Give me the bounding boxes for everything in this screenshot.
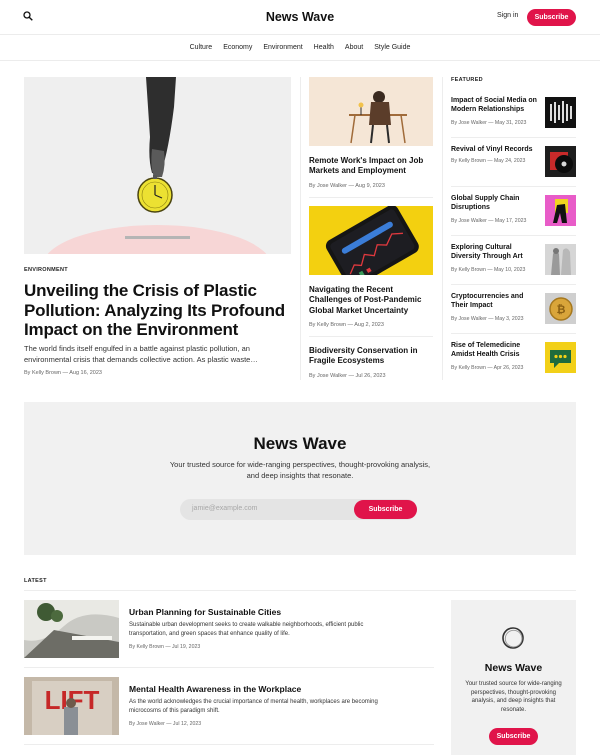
story-image[interactable] [309, 77, 433, 146]
latest-meta: By Kelly Brown — Jul 19, 2023 [129, 644, 201, 650]
story-title[interactable]: Navigating the Recent Challenges of Post… [309, 285, 433, 316]
story-meta: By Jose Walker — Aug 9, 2023 [309, 182, 385, 189]
hero-meta: By Kelly Brown — Aug 16, 2023 [24, 370, 102, 376]
story-title[interactable]: Biodiversity Conservation in Fragile Eco… [309, 346, 433, 367]
divider [451, 235, 576, 236]
latest-description: As the world acknowledges the crucial im… [129, 699, 378, 714]
column-divider [300, 77, 301, 380]
divider [24, 667, 434, 668]
featured-item[interactable]: Exploring Cultural Diversity Through Art… [451, 244, 576, 284]
newsletter-subtitle: Your trusted source for wide-ranging per… [169, 460, 431, 480]
logo-ring-icon [502, 627, 524, 649]
divider [309, 197, 433, 198]
featured-meta: By Jose Walker — May 3, 2023 [451, 316, 524, 322]
hero-image[interactable] [24, 77, 291, 254]
nav-item-style-guide[interactable]: Style Guide [374, 44, 410, 51]
sidebar-newsletter-card: News Wave Your trusted source for wide-r… [451, 600, 576, 755]
story-image[interactable] [309, 206, 433, 275]
nav-item-economy[interactable]: Economy [223, 44, 252, 51]
featured-heading: FEATURED [451, 77, 483, 83]
featured-title[interactable]: Revival of Vinyl Records [451, 146, 539, 155]
featured-item[interactable]: Revival of Vinyl Records By Kelly Brown … [451, 146, 576, 186]
featured-thumbnail[interactable] [545, 195, 576, 226]
featured-title[interactable]: Exploring Cultural Diversity Through Art [451, 244, 539, 262]
latest-meta: By Jose Walker — Jul 12, 2023 [129, 721, 202, 727]
nav-item-culture[interactable]: Culture [190, 44, 213, 51]
story-card[interactable]: Navigating the Recent Challenges of Post… [309, 206, 433, 328]
featured-meta: By Kelly Brown — May 10, 2023 [451, 267, 526, 273]
featured-title[interactable]: Cryptocurrencies and Their Impact [451, 293, 539, 311]
site-header: News Wave Sign in Subscribe [0, 0, 600, 35]
hero-title[interactable]: Unveiling the Crisis of Plastic Pollutio… [24, 281, 289, 340]
featured-item[interactable]: Rise of Telemedicine Amidst Health Crisi… [451, 342, 576, 382]
hero-category-tag[interactable]: ENVIRONMENT [24, 267, 68, 273]
latest-item[interactable]: LIFT Mental Health Awareness in the Work… [24, 677, 434, 735]
main-nav: Culture Economy Environment Health About… [0, 34, 600, 61]
nav-item-environment[interactable]: Environment [263, 44, 302, 51]
signin-link[interactable]: Sign in [497, 12, 518, 19]
divider [24, 744, 434, 745]
subscribe-button[interactable]: Subscribe [527, 9, 576, 26]
divider [451, 186, 576, 187]
newsletter-section: News Wave Your trusted source for wide-r… [24, 402, 576, 555]
featured-title[interactable]: Global Supply Chain Disruptions [451, 195, 539, 213]
latest-description: Sustainable urban development seeks to c… [129, 622, 364, 637]
featured-thumbnail[interactable] [545, 97, 576, 128]
divider [451, 333, 576, 334]
featured-meta: By Jose Walker — May 31, 2023 [451, 120, 527, 126]
sidebar-card-subtitle: Your trusted source for wide-ranging per… [465, 681, 562, 714]
newsletter-subscribe-button[interactable]: Subscribe [354, 500, 417, 519]
story-card[interactable]: Biodiversity Conservation in Fragile Eco… [309, 346, 433, 379]
featured-meta: By Jose Walker — May 17, 2023 [451, 218, 527, 224]
featured-meta: By Kelly Brown — May 24, 2023 [451, 158, 526, 164]
latest-image[interactable]: LIFT [24, 677, 119, 735]
story-meta: By Jose Walker — Jul 26, 2023 [309, 372, 386, 379]
divider [24, 590, 576, 591]
latest-image[interactable] [24, 600, 119, 658]
featured-item[interactable]: Impact of Social Media on Modern Relatio… [451, 97, 576, 137]
sidebar-subscribe-button[interactable]: Subscribe [489, 728, 538, 745]
svg-text:₿: ₿ [557, 303, 566, 316]
featured-title[interactable]: Rise of Telemedicine Amidst Health Crisi… [451, 342, 539, 360]
story-card[interactable]: Remote Work's Impact on Job Markets and … [309, 77, 433, 189]
nav-item-about[interactable]: About [345, 44, 363, 51]
story-title[interactable]: Remote Work's Impact on Job Markets and … [309, 156, 433, 177]
latest-title[interactable]: Mental Health Awareness in the Workplace [129, 684, 301, 694]
featured-title[interactable]: Impact of Social Media on Modern Relatio… [451, 97, 539, 115]
latest-title[interactable]: Urban Planning for Sustainable Cities [129, 607, 281, 617]
featured-item[interactable]: Global Supply Chain Disruptions By Jose … [451, 195, 576, 235]
featured-thumbnail[interactable] [545, 146, 576, 177]
featured-thumbnail[interactable] [545, 244, 576, 275]
latest-item[interactable]: Urban Planning for Sustainable Cities Su… [24, 600, 434, 658]
featured-thumbnail[interactable]: ₿ [545, 293, 576, 324]
divider [309, 336, 433, 337]
featured-thumbnail[interactable] [545, 342, 576, 373]
featured-meta: By Kelly Brown — Apr 26, 2023 [451, 365, 524, 371]
divider [451, 284, 576, 285]
column-divider [442, 77, 443, 380]
nav-item-health[interactable]: Health [314, 44, 334, 51]
sidebar-card-title: News Wave [484, 662, 543, 674]
hero-excerpt: The world finds itself engulfed in a bat… [24, 344, 258, 364]
divider [451, 137, 576, 138]
newsletter-title: News Wave [253, 434, 347, 453]
latest-heading: LATEST [24, 578, 47, 584]
story-meta: By Kelly Brown — Aug 2, 2023 [309, 322, 384, 329]
featured-item[interactable]: Cryptocurrencies and Their Impact By Jos… [451, 293, 576, 333]
